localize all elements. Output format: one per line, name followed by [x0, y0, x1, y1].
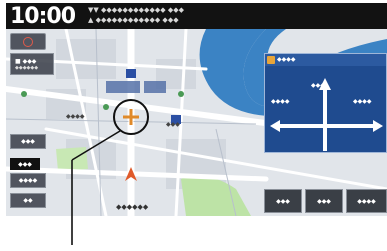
callout-annotation [71, 99, 149, 245]
